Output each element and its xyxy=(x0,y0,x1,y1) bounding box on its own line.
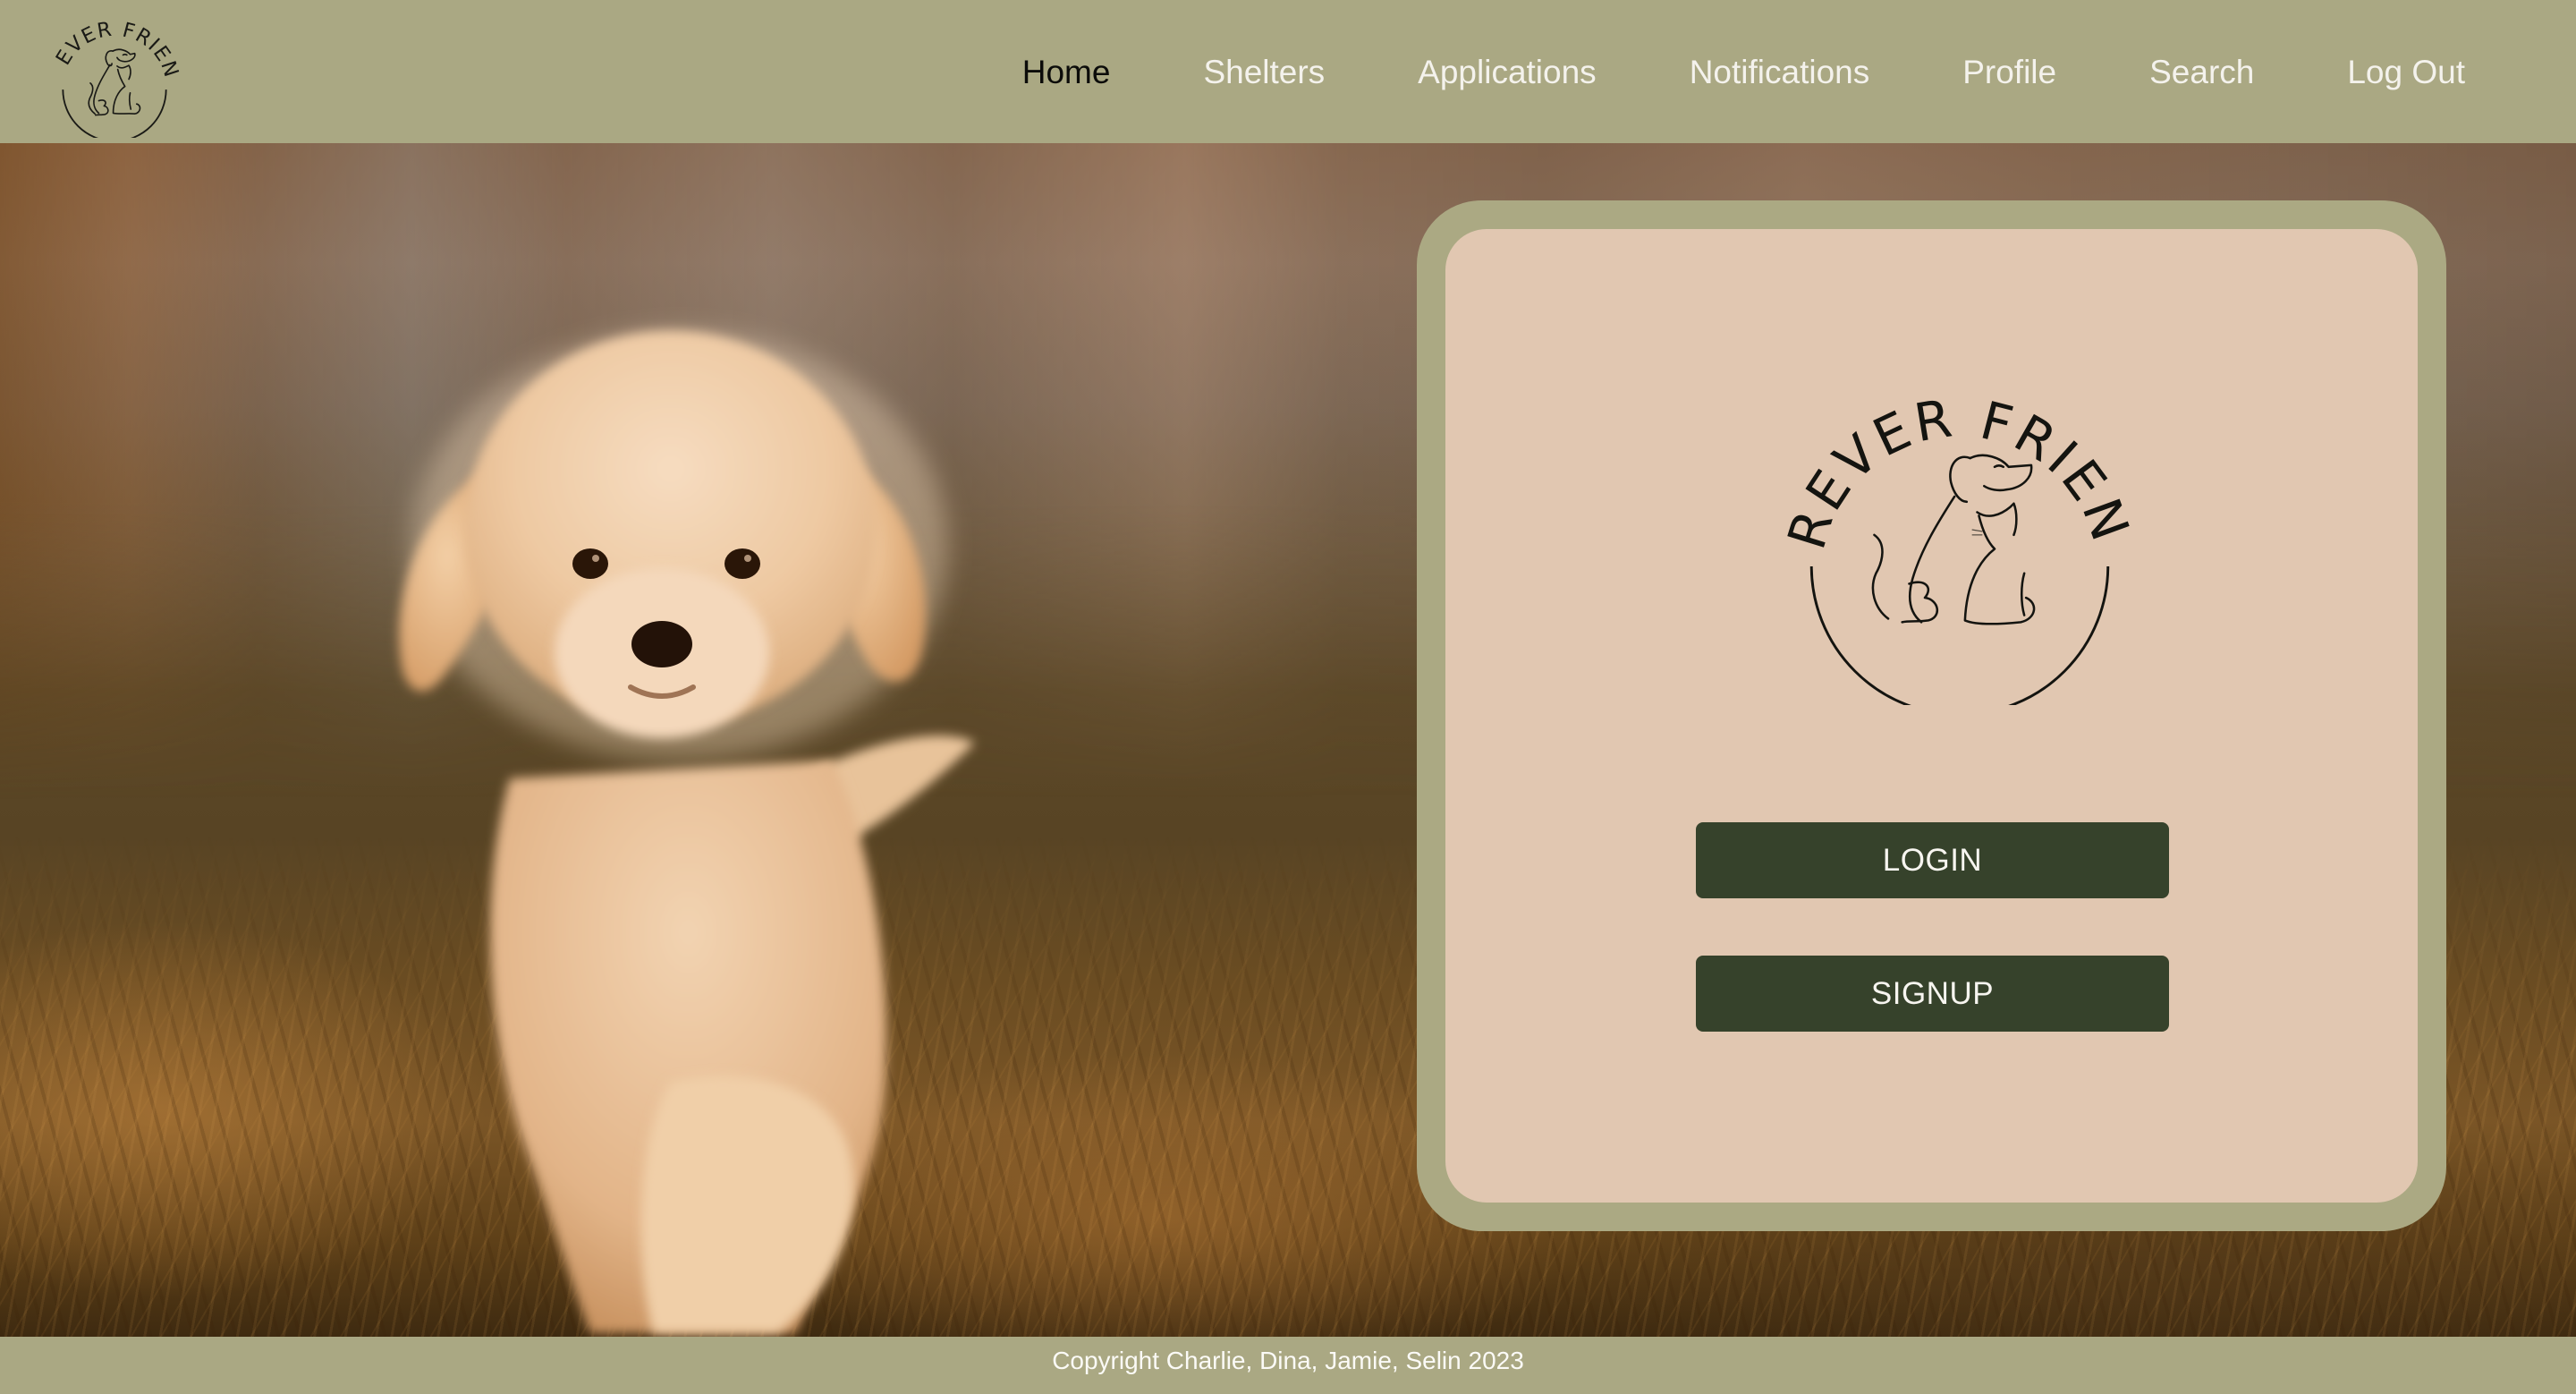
login-button[interactable]: LOGIN xyxy=(1696,822,2169,898)
signup-button[interactable]: SIGNUP xyxy=(1696,956,2169,1032)
page: FUREVER FRIENDS Home Shelters xyxy=(0,0,2576,1394)
nav-links: Home Shelters Applications Notifications… xyxy=(1022,0,2465,143)
nav-logout-link[interactable]: Log Out xyxy=(2347,55,2465,89)
card-logo-text: FUREVER FRIENDS xyxy=(1785,354,2134,556)
auth-card: FUREVER FRIENDS xyxy=(1417,200,2446,1231)
furever-friends-logo-icon: FUREVER FRIENDS xyxy=(49,4,180,138)
copyright-text: Copyright Charlie, Dina, Jamie, Selin 20… xyxy=(1052,1347,1524,1374)
nav-search-link[interactable]: Search xyxy=(2149,55,2254,89)
top-navbar: FUREVER FRIENDS Home Shelters xyxy=(0,0,2576,143)
svg-text:FUREVER FRIENDS: FUREVER FRIENDS xyxy=(49,4,180,81)
nav-home-link[interactable]: Home xyxy=(1022,55,1111,89)
puppy-photo xyxy=(295,277,1118,1337)
nav-notifications-link[interactable]: Notifications xyxy=(1690,55,1870,89)
svg-text:FUREVER FRIENDS: FUREVER FRIENDS xyxy=(1785,354,2134,556)
puppy-illustration xyxy=(399,331,975,1333)
footer: Copyright Charlie, Dina, Jamie, Selin 20… xyxy=(0,1337,2576,1394)
nav-logo[interactable]: FUREVER FRIENDS xyxy=(49,4,180,138)
card-logo: FUREVER FRIENDS xyxy=(1785,354,2134,705)
auth-card-inner: FUREVER FRIENDS xyxy=(1445,229,2418,1203)
nav-applications-link[interactable]: Applications xyxy=(1418,55,1597,89)
nav-shelters-link[interactable]: Shelters xyxy=(1203,55,1325,89)
nav-logo-text: FUREVER FRIENDS xyxy=(49,4,180,81)
furever-friends-logo-icon: FUREVER FRIENDS xyxy=(1785,354,2134,705)
nav-profile-link[interactable]: Profile xyxy=(1962,55,2056,89)
